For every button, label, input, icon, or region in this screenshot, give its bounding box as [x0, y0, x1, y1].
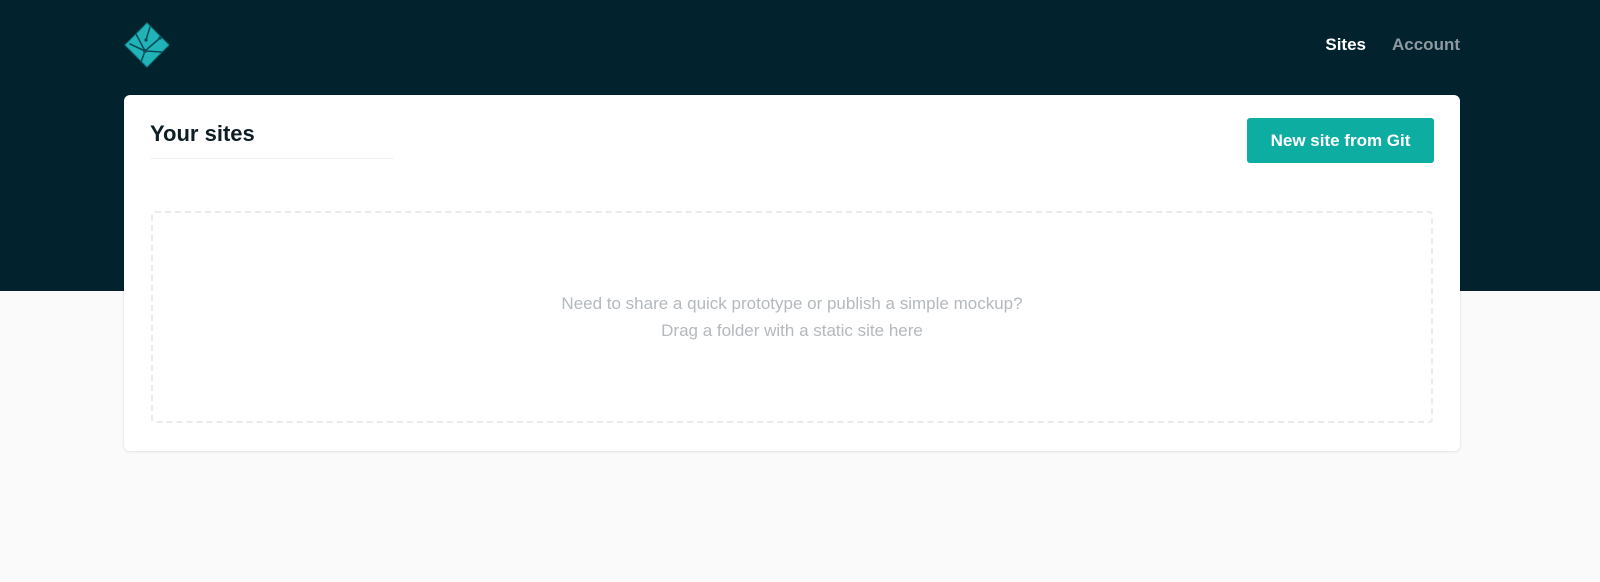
page-title: Your sites [150, 121, 255, 146]
title-divider [150, 158, 394, 159]
nav-account-link[interactable]: Account [1392, 35, 1460, 55]
sites-card: Your sites New site from Git Need to sha… [124, 95, 1460, 451]
new-site-from-git-button[interactable]: New site from Git [1247, 118, 1434, 163]
dropzone-prompt-line-1: Need to share a quick prototype or publi… [561, 294, 1023, 313]
top-header: Sites Account [124, 22, 1460, 72]
main-nav: Sites Account [1325, 35, 1460, 55]
site-dropzone[interactable]: Need to share a quick prototype or publi… [151, 211, 1433, 423]
dropzone-prompt-line-2: Drag a folder with a static site here [661, 321, 923, 340]
netlify-logo-icon[interactable] [124, 22, 170, 68]
nav-sites-link[interactable]: Sites [1325, 35, 1366, 55]
